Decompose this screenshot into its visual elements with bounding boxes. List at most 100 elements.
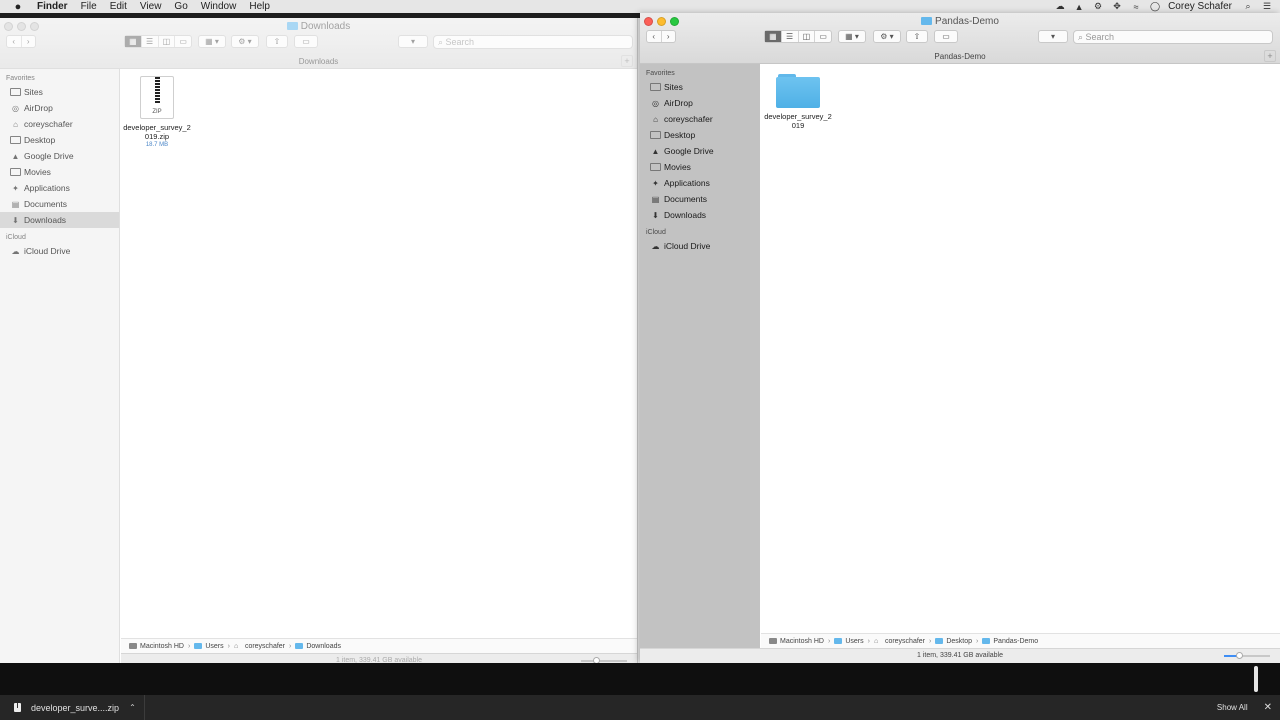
google-drive-icon: ▲ [651,146,660,156]
breadcrumb-users[interactable]: Users [834,638,864,645]
user-name[interactable]: Corey Schafer [1168,1,1232,12]
download-item[interactable]: developer_surve....zip ⌃ [0,695,145,720]
list-view-icon[interactable]: ☰ [142,36,159,47]
search-field[interactable]: ⌕ Search [1073,30,1273,44]
download-shelf: developer_surve....zip ⌃ Show All ✕ [0,695,1280,720]
sidebar-item-sites[interactable]: Sites [0,84,119,100]
cloud-sync-icon[interactable]: ☁ [1054,1,1066,13]
action-button[interactable]: ⚙ ▾ [231,35,259,48]
gallery-view-icon[interactable]: ▭ [175,36,191,47]
share-button[interactable]: ⇧ [906,30,928,43]
spotlight-search-icon[interactable]: ⌕ [1242,1,1254,13]
breadcrumb-users[interactable]: Users [194,643,224,650]
show-all-button[interactable]: Show All [1217,703,1248,712]
icon-size-slider[interactable] [581,657,627,664]
share-button[interactable]: ⇧ [266,35,288,48]
chevron-up-icon[interactable]: ⌃ [129,703,136,712]
sidebar-item-desktop[interactable]: Desktop [0,132,119,148]
menu-help[interactable]: Help [249,1,270,12]
scrollbar-thumb[interactable] [1254,666,1258,692]
wifi-icon[interactable]: ≈ [1130,1,1142,13]
sidebar-item-desktop[interactable]: Desktop [640,127,760,143]
breadcrumb-home[interactable]: ⌂ coreyschafer [234,643,285,650]
sidebar-item-airdrop[interactable]: ◎ AirDrop [640,95,760,111]
tags-button[interactable]: ▭ [934,30,958,43]
back-forward-buttons: ‹ › [646,30,676,43]
view-mode-buttons: ▦ ☰ ◫ ▭ [764,30,832,43]
time-machine-icon[interactable]: ◯ [1149,1,1161,13]
sidebar-item-downloads[interactable]: ⬇ Downloads [0,212,119,228]
gallery-view-icon[interactable]: ▭ [815,31,831,42]
back-icon[interactable]: ‹ [7,36,22,47]
grid-icon: ▦ ▾ [845,32,859,41]
action-button[interactable]: ⚙ ▾ [873,30,901,43]
icon-view-icon[interactable]: ▦ [765,31,782,42]
notification-center-icon[interactable]: ☰ [1261,1,1273,13]
sidebar-item-applications[interactable]: ✦ Applications [640,175,760,191]
sidebar-item-documents[interactable]: ▤ Documents [640,191,760,207]
toolbar: ‹ › ▦ ☰ ◫ ▭ ▦ ▾ ⚙ ▾ ⇧ ▭ ▾ ⌕ Search [640,30,1280,45]
sidebar-item-icloud-drive[interactable]: ☁ iCloud Drive [640,238,760,254]
forward-icon[interactable]: › [22,36,36,47]
sidebar-item-downloads[interactable]: ⬇ Downloads [640,207,760,223]
folder-item[interactable]: developer_survey_2019 [763,74,833,130]
sidebar-item-movies[interactable]: Movies [640,159,760,175]
applications-icon: ✦ [12,183,19,193]
menu-window[interactable]: Window [201,1,237,12]
close-icon[interactable]: ✕ [1264,702,1272,713]
breadcrumb-macintosh-hd[interactable]: Macintosh HD [769,638,824,645]
sidebar-item-airdrop[interactable]: ◎ AirDrop [0,100,119,116]
breadcrumb-desktop[interactable]: Desktop [935,638,972,645]
grid-icon: ▦ ▾ [205,37,219,46]
path-title: Pandas-Demo + [640,49,1280,64]
sidebar-item-documents[interactable]: ▤ Documents [0,196,119,212]
breadcrumb-macintosh-hd[interactable]: Macintosh HD [129,643,184,650]
menu-file[interactable]: File [81,1,97,12]
breadcrumb-downloads[interactable]: Downloads [295,643,341,650]
menu-finder[interactable]: Finder [37,1,68,12]
gear-status-icon[interactable]: ⚙ [1092,1,1104,13]
file-item-zip[interactable]: ZIP developer_survey_2019.zip 18.7 MB [122,76,192,148]
apple-menu-icon[interactable]: ● [11,1,25,13]
slider-knob[interactable] [1236,652,1243,659]
new-tab-button[interactable]: + [1264,50,1276,62]
sidebar-item-google-drive[interactable]: ▲ Google Drive [0,148,119,164]
search-field[interactable]: ⌕ Search [433,35,633,49]
folder-icon [982,638,991,644]
view-mode-buttons: ▦ ☰ ◫ ▭ [124,35,192,48]
icon-size-slider[interactable] [1224,652,1270,659]
window-title: Pandas-Demo [640,16,1280,27]
home-icon: ⌂ [13,119,18,129]
forward-icon[interactable]: › [662,31,676,42]
group-by-button[interactable]: ▦ ▾ [838,30,866,43]
documents-icon: ▤ [11,199,20,209]
column-view-icon[interactable]: ◫ [159,36,176,47]
back-icon[interactable]: ‹ [647,31,662,42]
evernote-icon[interactable]: ▲ [1073,1,1085,13]
tags-button[interactable]: ▭ [294,35,318,48]
group-by-button[interactable]: ▦ ▾ [198,35,226,48]
menu-go[interactable]: Go [174,1,187,12]
sidebar-item-sites[interactable]: Sites [640,79,760,95]
list-view-icon[interactable]: ☰ [782,31,799,42]
sidebar-item-applications[interactable]: ✦ Applications [0,180,119,196]
sidebar-item-icloud-drive[interactable]: ☁ iCloud Drive [0,243,119,259]
column-view-icon[interactable]: ◫ [799,31,816,42]
sidebar-item-home[interactable]: ⌂ coreyschafer [0,116,119,132]
breadcrumb-home[interactable]: ⌂ coreyschafer [874,638,925,645]
move-icon[interactable]: ✥ [1111,1,1123,13]
folder-name: developer_survey_2019 [764,112,832,130]
menu-edit[interactable]: Edit [110,1,127,12]
menu-view[interactable]: View [140,1,162,12]
menu-bar: ● Finder File Edit View Go Window Help ☁… [0,0,1280,13]
dropbox-button[interactable]: ▾ [398,35,428,48]
icon-view-icon[interactable]: ▦ [125,36,142,47]
search-icon: ⌕ [438,36,446,47]
file-browser-content: developer_survey_2019 [761,64,1280,633]
sidebar-item-google-drive[interactable]: ▲ Google Drive [640,143,760,159]
new-tab-button[interactable]: + [621,55,633,67]
dropbox-button[interactable]: ▾ [1038,30,1068,43]
sidebar-item-home[interactable]: ⌂ coreyschafer [640,111,760,127]
breadcrumb-pandas-demo[interactable]: Pandas-Demo [982,638,1038,645]
sidebar-item-movies[interactable]: Movies [0,164,119,180]
